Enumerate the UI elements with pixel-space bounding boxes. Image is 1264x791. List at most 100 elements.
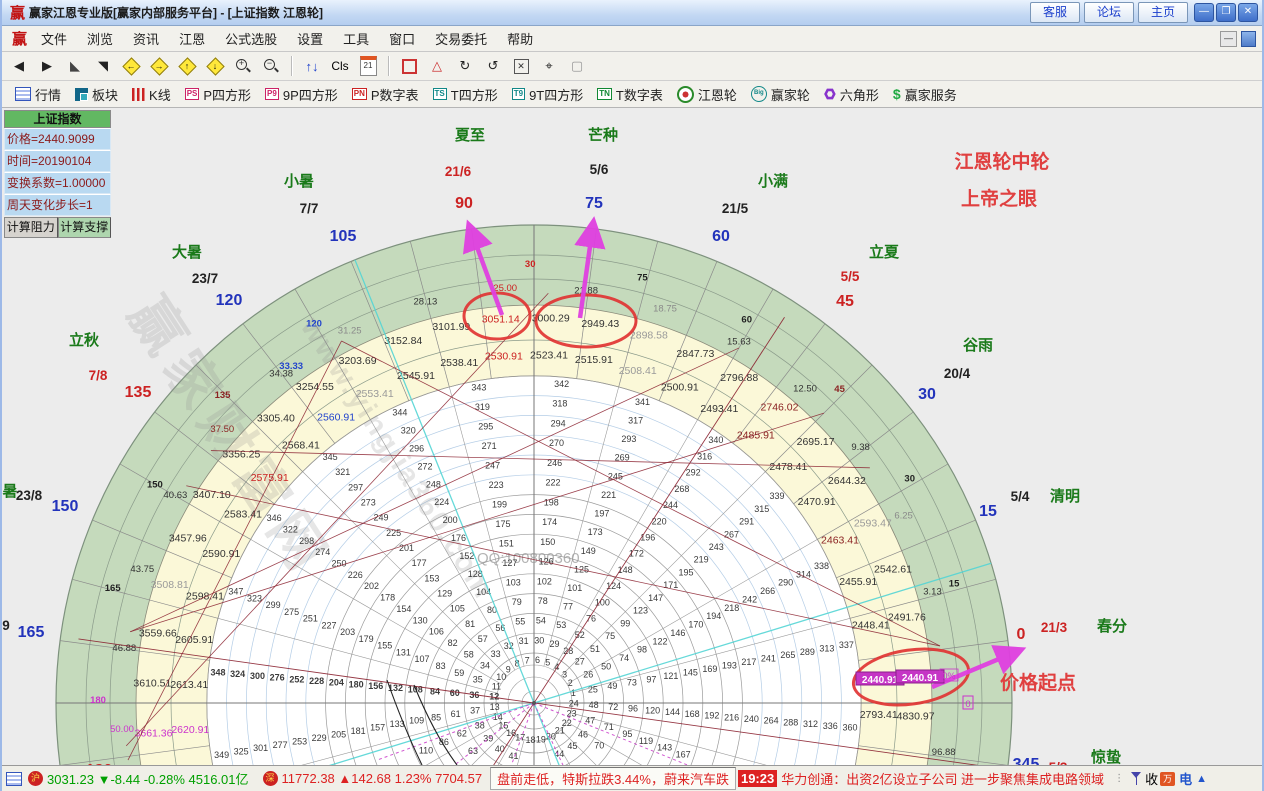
menu-item-帮助[interactable]: 帮助 — [497, 26, 543, 51]
toolbar-label: 9P四方形 — [283, 85, 338, 104]
menu-item-工具[interactable]: 工具 — [333, 26, 379, 51]
9p-square-button[interactable]: P9 9P四方形 — [260, 83, 343, 106]
svg-text:2: 2 — [568, 678, 573, 688]
gann-wheel-chart[interactable]: 赢家财富网www.yingjia360.comQQ:10080036012345… — [2, 108, 1264, 765]
svg-text:289: 289 — [800, 647, 815, 657]
minimize-button[interactable]: — — [1194, 3, 1214, 22]
cls-button[interactable]: Cls — [329, 55, 351, 77]
p-square-button[interactable]: PSP四方形 — [180, 83, 256, 106]
svg-text:151: 151 — [499, 539, 514, 549]
select-box-icon[interactable]: ✕ — [510, 55, 532, 77]
svg-text:30: 30 — [534, 635, 544, 645]
svg-text:146: 146 — [670, 628, 685, 638]
menu-item-资讯[interactable]: 资讯 — [123, 26, 169, 51]
homepage-button[interactable]: 主页 — [1138, 2, 1188, 23]
svg-text:120: 120 — [216, 292, 243, 309]
menu-item-浏览[interactable]: 浏览 — [77, 26, 123, 51]
rotate-cw-icon[interactable]: ↻ — [454, 55, 476, 77]
diamond-down-icon[interactable]: ↓ — [204, 55, 226, 77]
scroll-up-button[interactable] — [1241, 31, 1256, 47]
diamond-left-icon[interactable]: ← — [120, 55, 142, 77]
p-table-button[interactable]: PNP数字表 — [347, 83, 424, 106]
svg-text:57: 57 — [478, 634, 488, 644]
menu-item-文件[interactable]: 文件 — [31, 26, 77, 51]
sectors-button[interactable]: 板块 — [70, 83, 123, 106]
menu-item-设置[interactable]: 设置 — [287, 26, 333, 51]
badge-icon: TN — [597, 88, 612, 100]
svg-text:55: 55 — [515, 617, 525, 627]
quotes-grid-icon[interactable] — [6, 772, 22, 786]
toolbar-label: P数字表 — [371, 85, 419, 104]
svg-text:6: 6 — [535, 655, 540, 665]
svg-text:0: 0 — [965, 699, 970, 710]
diamond-right-icon[interactable]: → — [148, 55, 170, 77]
winner-wheel-button[interactable]: Big赢家轮 — [746, 83, 815, 106]
svg-text:95: 95 — [622, 729, 632, 739]
svg-text:313: 313 — [819, 643, 834, 653]
svg-text:323: 323 — [247, 593, 262, 603]
kline-button[interactable]: K线 — [127, 83, 176, 106]
prev-arrow-icon[interactable]: ◀ — [8, 55, 30, 77]
svg-text:196: 196 — [640, 533, 655, 543]
tray-arrow-icon[interactable]: ▲ — [1196, 773, 1207, 785]
t-square-button[interactable]: TST四方形 — [428, 83, 503, 106]
svg-text:338: 338 — [814, 561, 829, 571]
peak-left-icon[interactable]: ◣ — [64, 55, 86, 77]
presentation-icon[interactable]: ▢ — [566, 55, 588, 77]
9t-square-button[interactable]: T99T四方形 — [507, 83, 589, 106]
svg-text:181: 181 — [351, 726, 366, 736]
svg-text:154: 154 — [396, 604, 411, 614]
badge-icon: P9 — [265, 88, 279, 100]
maximize-button[interactable]: ❐ — [1216, 3, 1236, 22]
winner-service-button[interactable]: $赢家服务 — [888, 83, 962, 106]
rect-tool-icon[interactable] — [398, 55, 420, 77]
svg-text:340: 340 — [708, 435, 723, 445]
zoom-out-icon[interactable]: − — [260, 55, 282, 77]
forum-button[interactable]: 论坛 — [1084, 2, 1134, 23]
close-button[interactable]: ✕ — [1238, 3, 1258, 22]
svg-text:61: 61 — [451, 709, 461, 719]
gann-wheel-button[interactable]: 江恩轮 — [672, 83, 742, 106]
mdi-minimize-button[interactable]: — — [1220, 31, 1237, 47]
menu-item-交易委托[interactable]: 交易委托 — [425, 26, 497, 51]
svg-text:5/6: 5/6 — [590, 162, 609, 177]
svg-text:288: 288 — [783, 718, 798, 728]
svg-text:218: 218 — [724, 603, 739, 613]
calc-buttons: 计算阻力 计算支撑 — [4, 217, 111, 238]
svg-text:2455.91: 2455.91 — [839, 576, 877, 588]
zoom-in-icon[interactable]: + — [232, 55, 254, 77]
gann-wheel-svg[interactable]: 赢家财富网www.yingjia360.comQQ:10080036012345… — [2, 108, 1264, 765]
svg-text:150: 150 — [147, 480, 163, 491]
svg-text:33: 33 — [491, 649, 501, 659]
t-table-button[interactable]: TNT数字表 — [592, 83, 668, 106]
calc-support-button[interactable]: 计算支撑 — [58, 217, 112, 238]
svg-text:96.88: 96.88 — [932, 747, 956, 758]
tray-app-icon[interactable]: 万 — [1160, 772, 1175, 786]
hexagon-button[interactable]: 六角形 — [819, 83, 884, 106]
peak-right-icon[interactable]: ◥ — [92, 55, 114, 77]
center-target-icon[interactable]: ⌖ — [538, 55, 560, 77]
menu-item-公式选股[interactable]: 公式选股 — [215, 26, 287, 51]
calc-resistance-button[interactable]: 计算阻力 — [4, 217, 58, 238]
step-field[interactable]: 周天变化步长=1 — [4, 194, 111, 216]
svg-text:273: 273 — [361, 498, 376, 508]
price-field[interactable]: 价格=2440.9099 — [4, 128, 111, 150]
customer-service-button[interactable]: 客服 — [1030, 2, 1080, 23]
svg-text:130: 130 — [413, 615, 428, 625]
svg-text:40.63: 40.63 — [164, 490, 188, 501]
svg-text:45: 45 — [834, 384, 845, 395]
menu-item-窗口[interactable]: 窗口 — [379, 26, 425, 51]
time-field[interactable]: 时间=20190104 — [4, 150, 111, 172]
next-arrow-icon[interactable]: ▶ — [36, 55, 58, 77]
svg-text:2695.17: 2695.17 — [797, 436, 835, 448]
svg-text:50: 50 — [601, 661, 611, 671]
flip-axis-icon[interactable]: ↑↓ — [301, 55, 323, 77]
rotate-ccw-icon[interactable]: ↺ — [482, 55, 504, 77]
triangle-tool-icon[interactable]: △ — [426, 55, 448, 77]
coefficient-field[interactable]: 变换系数=1.00000 — [4, 172, 111, 194]
menu-item-江恩[interactable]: 江恩 — [169, 26, 215, 51]
svg-text:70: 70 — [594, 741, 604, 751]
quotes-button[interactable]: 行情 — [10, 83, 66, 106]
calendar-icon[interactable]: 21 — [357, 55, 379, 77]
diamond-up-icon[interactable]: ↑ — [176, 55, 198, 77]
